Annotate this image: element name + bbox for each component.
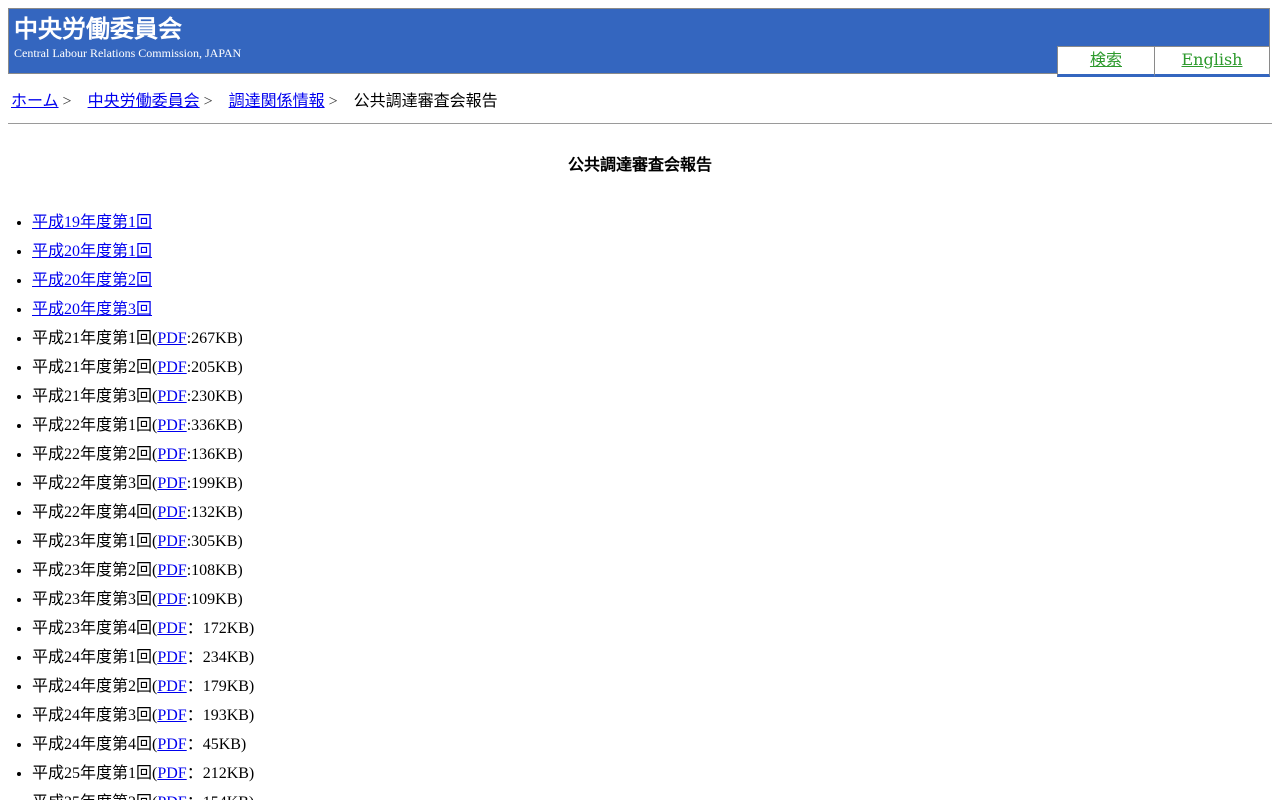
- report-label: 平成22年度第3回: [32, 475, 153, 492]
- list-item: 平成25年度第2回(PDF：154KB): [32, 788, 254, 800]
- pdf-link[interactable]: PDF: [157, 504, 186, 521]
- report-list: 平成19年度第1回平成20年度第1回平成20年度第2回平成20年度第3回平成21…: [8, 208, 254, 800]
- file-size: :199KB): [186, 475, 243, 492]
- pdf-link[interactable]: PDF: [157, 620, 186, 637]
- search-link-label[interactable]: 検索: [1090, 50, 1122, 69]
- list-item: 平成24年度第1回(PDF：234KB): [32, 643, 254, 672]
- list-item: 平成23年度第1回(PDF:305KB): [32, 527, 254, 556]
- list-item: 平成20年度第2回: [32, 266, 254, 295]
- list-item: 平成24年度第4回(PDF：45KB): [32, 730, 254, 759]
- file-size: ：154KB): [187, 794, 255, 800]
- breadcrumb-current: 公共調達審査会報告: [353, 93, 498, 110]
- file-size: ：193KB): [186, 707, 255, 724]
- english-link[interactable]: English: [1154, 46, 1270, 77]
- pdf-link[interactable]: PDF: [157, 330, 186, 347]
- breadcrumb-separator: >: [328, 93, 338, 110]
- pdf-link[interactable]: PDF: [157, 794, 186, 800]
- report-label: 平成24年度第2回: [32, 678, 153, 695]
- file-size: :132KB): [186, 504, 243, 521]
- pdf-link[interactable]: PDF: [157, 765, 186, 782]
- file-size: ：172KB): [186, 620, 255, 637]
- report-label: 平成21年度第3回: [32, 388, 153, 405]
- page: 中央労働委員会 Central Labour Relations Commiss…: [0, 0, 1280, 800]
- breadcrumb-separator: >: [62, 93, 72, 110]
- file-size: :267KB): [186, 330, 243, 347]
- pdf-link[interactable]: PDF: [157, 359, 186, 376]
- report-label: 平成23年度第1回: [32, 533, 153, 550]
- report-label: 平成25年度第1回: [32, 765, 153, 782]
- file-size: :136KB): [186, 446, 243, 463]
- file-size: :205KB): [186, 359, 243, 376]
- list-item: 平成22年度第4回(PDF:132KB): [32, 498, 254, 527]
- file-size: :230KB): [186, 388, 243, 405]
- report-label: 平成22年度第2回: [32, 446, 153, 463]
- list-item: 平成21年度第1回(PDF:267KB): [32, 324, 254, 353]
- site-title[interactable]: 中央労働委員会: [14, 15, 182, 43]
- list-item: 平成25年度第1回(PDF：212KB): [32, 759, 254, 788]
- list-item: 平成19年度第1回: [32, 208, 254, 237]
- pdf-link[interactable]: PDF: [157, 678, 186, 695]
- report-label: 平成23年度第4回: [32, 620, 153, 637]
- breadcrumb-separator: >: [203, 93, 213, 110]
- report-link[interactable]: 平成20年度第3回: [32, 301, 152, 318]
- list-item: 平成22年度第1回(PDF:336KB): [32, 411, 254, 440]
- pdf-link[interactable]: PDF: [157, 591, 186, 608]
- file-size: ：212KB): [186, 765, 255, 782]
- page-title: 公共調達審査会報告: [567, 155, 712, 174]
- file-size: ：45KB): [186, 736, 247, 753]
- report-link[interactable]: 平成20年度第2回: [32, 272, 152, 289]
- report-label: 平成21年度第1回: [32, 330, 153, 347]
- file-size: :109KB): [186, 591, 243, 608]
- report-label: 平成24年度第1回: [32, 649, 153, 666]
- file-size: :108KB): [186, 562, 243, 579]
- report-link[interactable]: 平成19年度第1回: [32, 214, 152, 231]
- breadcrumb-procurement-link[interactable]: 調達関係情報: [229, 93, 325, 110]
- report-label: 平成23年度第3回: [32, 591, 153, 608]
- breadcrumb: ホーム > 中央労働委員会 > 調達関係情報 > 公共調達審査会報告: [11, 92, 498, 112]
- report-label: 平成24年度第3回: [32, 707, 153, 724]
- report-label: 平成24年度第4回: [32, 736, 153, 753]
- list-item: 平成24年度第3回(PDF：193KB): [32, 701, 254, 730]
- site-header: 中央労働委員会 Central Labour Relations Commiss…: [8, 8, 1270, 77]
- list-item: 平成20年度第3回: [32, 295, 254, 324]
- report-label: 平成23年度第2回: [32, 562, 153, 579]
- pdf-link[interactable]: PDF: [157, 736, 186, 753]
- list-item: 平成23年度第4回(PDF：172KB): [32, 614, 254, 643]
- report-label: 平成21年度第2回: [32, 359, 153, 376]
- list-item: 平成23年度第3回(PDF:109KB): [32, 585, 254, 614]
- report-label: 平成22年度第1回: [32, 417, 153, 434]
- file-size: :336KB): [186, 417, 243, 434]
- pdf-link[interactable]: PDF: [157, 446, 186, 463]
- breadcrumb-home-link[interactable]: ホーム: [11, 93, 59, 110]
- file-size: ：234KB): [186, 649, 255, 666]
- english-link-label[interactable]: English: [1182, 50, 1243, 69]
- list-item: 平成23年度第2回(PDF:108KB): [32, 556, 254, 585]
- report-link[interactable]: 平成20年度第1回: [32, 243, 152, 260]
- pdf-link[interactable]: PDF: [157, 707, 186, 724]
- list-item: 平成24年度第2回(PDF：179KB): [32, 672, 254, 701]
- list-item: 平成21年度第2回(PDF:205KB): [32, 353, 254, 382]
- breadcrumb-commission-link[interactable]: 中央労働委員会: [88, 93, 200, 110]
- site-subtitle: Central Labour Relations Commission, JAP…: [14, 46, 242, 60]
- header-nav: 検索 English: [1057, 46, 1270, 77]
- pdf-link[interactable]: PDF: [157, 417, 186, 434]
- file-size: :305KB): [186, 533, 243, 550]
- list-item: 平成22年度第3回(PDF:199KB): [32, 469, 254, 498]
- search-link[interactable]: 検索: [1057, 46, 1155, 77]
- list-item: 平成22年度第2回(PDF:136KB): [32, 440, 254, 469]
- report-label: 平成25年度第2回: [32, 794, 152, 800]
- file-size: ：179KB): [186, 678, 255, 695]
- pdf-link[interactable]: PDF: [157, 562, 186, 579]
- report-label: 平成22年度第4回: [32, 504, 153, 521]
- pdf-link[interactable]: PDF: [157, 388, 186, 405]
- list-item: 平成21年度第3回(PDF:230KB): [32, 382, 254, 411]
- pdf-link[interactable]: PDF: [157, 533, 186, 550]
- pdf-link[interactable]: PDF: [157, 475, 186, 492]
- list-item: 平成20年度第1回: [32, 237, 254, 266]
- pdf-link[interactable]: PDF: [157, 649, 186, 666]
- divider: [8, 123, 1272, 124]
